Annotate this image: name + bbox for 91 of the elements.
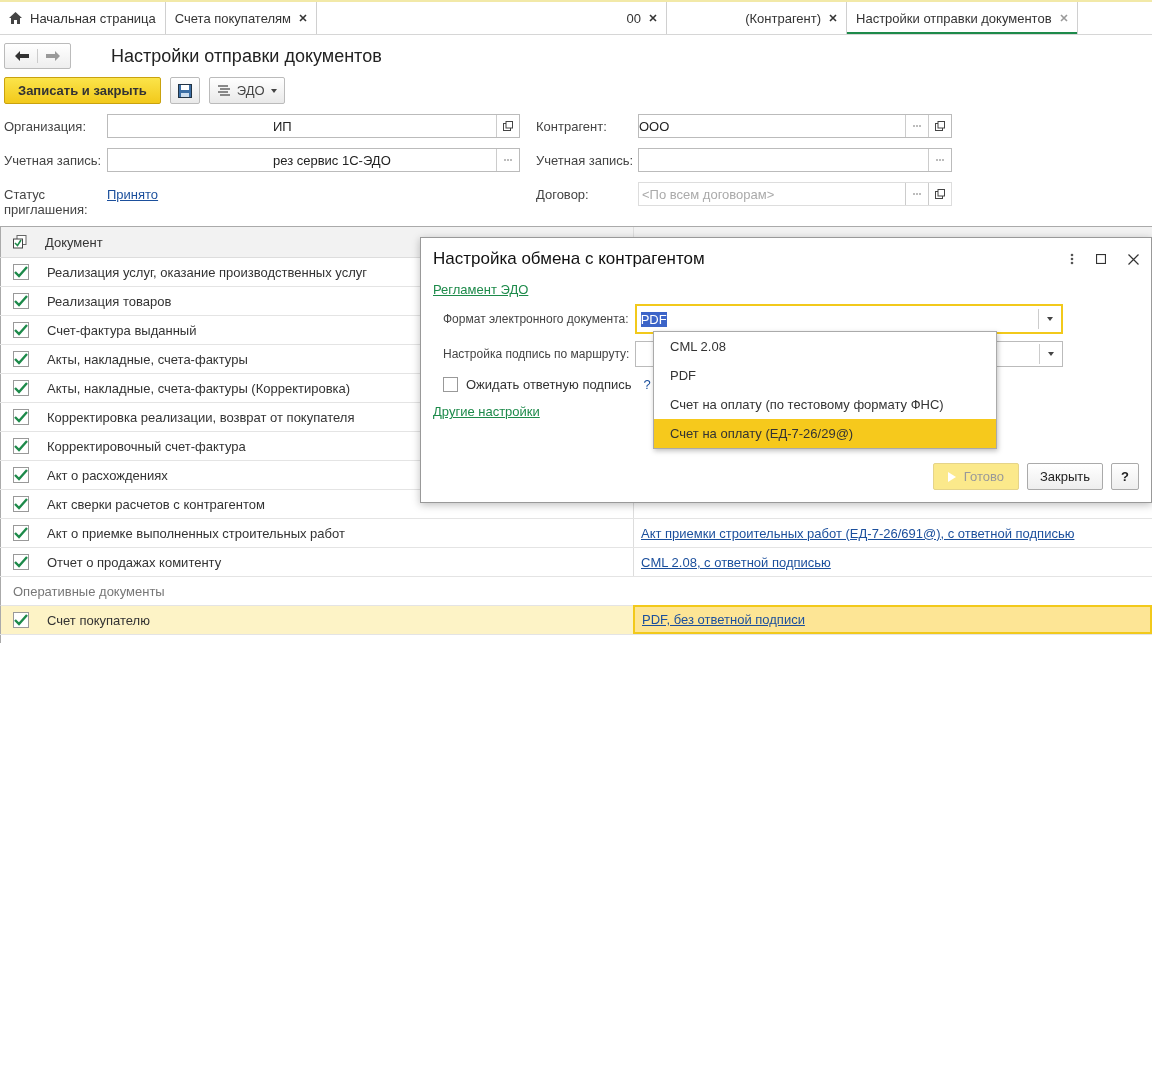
checkbox[interactable]	[13, 293, 29, 309]
status-link[interactable]: Принято	[107, 182, 159, 202]
checkbox[interactable]	[13, 467, 29, 483]
checkbox[interactable]	[13, 380, 29, 396]
dropdown-option[interactable]: Счет на оплату (ЕД-7-26/29@)	[654, 419, 996, 448]
regulation-link[interactable]: Регламент ЭДО	[433, 282, 529, 297]
caret-icon	[1048, 352, 1054, 356]
tab-label: (Контрагент)	[745, 10, 822, 26]
close-button[interactable]: Закрыть	[1026, 463, 1104, 490]
field-label: Контрагент:	[536, 118, 608, 134]
table-row[interactable]: Акт о приемке выполненных строительных работ Акт приемки строительных работ (ЕД-7-26/691@), с ответной подписью	[0, 519, 1152, 548]
table-cell: Акт сверки расчетов с контрагентом	[47, 496, 265, 512]
caret-icon	[270, 88, 277, 93]
save-button[interactable]	[169, 77, 200, 104]
table-cell: Счет-фактура выданный	[47, 322, 197, 338]
close-icon[interactable]	[1128, 253, 1139, 265]
input-field[interactable]: ООО	[638, 114, 952, 138]
back-icon[interactable]	[15, 51, 29, 61]
checkbox[interactable]	[13, 438, 29, 454]
table-cell: Реализация товаров	[47, 293, 172, 309]
open-window-icon	[503, 121, 513, 131]
regulation-link[interactable]: CML 2.08, с ответной подписью	[641, 554, 831, 570]
field-label: Формат электронного документа:	[443, 312, 629, 326]
table-cell: Отчет о продажах комитенту	[47, 554, 222, 570]
field-label: Учетная запись:	[4, 152, 103, 168]
table-cell: Акты, накладные, счета-фактуры	[47, 351, 248, 367]
help-link[interactable]: ?	[643, 377, 651, 392]
forward-icon[interactable]	[46, 51, 60, 61]
form-title: Настройки отправки документов	[111, 45, 382, 67]
open-window-icon	[935, 189, 945, 199]
checkbox[interactable]	[13, 322, 29, 338]
navigation-buttons[interactable]	[4, 43, 71, 69]
table-cell: Счет покупателю	[47, 612, 150, 628]
input-field[interactable]: ИП	[107, 114, 520, 138]
regulation-link[interactable]: PDF, без ответной подписи	[642, 612, 805, 627]
checkbox[interactable]	[13, 351, 29, 367]
input-field[interactable]	[638, 148, 952, 172]
tab[interactable]: 00	[317, 2, 668, 34]
tab[interactable]: Начальная страница	[0, 2, 166, 34]
dropdown-option[interactable]: CML 2.08	[654, 332, 996, 361]
column-header[interactable]: Документ	[45, 234, 103, 250]
other-settings-link[interactable]: Другие настройки	[433, 404, 540, 419]
field-label: Организация:	[4, 118, 88, 134]
maximize-icon[interactable]	[1096, 254, 1106, 264]
floppy-icon	[177, 83, 192, 98]
field-label: Договор:	[536, 186, 590, 202]
table-cell: Акт о расхождениях	[47, 467, 168, 483]
play-icon	[947, 471, 956, 482]
more-icon[interactable]	[1070, 253, 1074, 265]
checkbox-label[interactable]: Ожидать ответную подпись	[466, 377, 632, 392]
checkbox[interactable]	[13, 525, 29, 541]
field-label: Настройка подпись по маршруту:	[443, 347, 630, 361]
table-cell: Корректировка реализации, возврат от покупателя	[47, 409, 355, 425]
tab-label: 00	[626, 10, 642, 26]
table-row[interactable]: Отчет о продажах комитенту CML 2.08, с ответной подписью	[0, 548, 1152, 577]
caret-icon	[1047, 317, 1053, 321]
table-cell: Акт о приемке выполненных строительных работ	[47, 525, 345, 541]
tab-label: Счета покупателям	[174, 10, 292, 26]
table-row[interactable]: Счет покупателю PDF, без ответной подписи	[0, 606, 1152, 635]
close-icon[interactable]	[649, 14, 658, 22]
close-icon[interactable]	[829, 14, 838, 22]
input-field[interactable]: рез сервис 1С-ЭДО	[107, 148, 520, 172]
edo-menu-button[interactable]: ЭДО	[208, 77, 285, 104]
dropdown-option[interactable]: Счет на оплату (по тестовому формату ФНС)	[654, 390, 996, 419]
tab-label: Настройки отправки документов	[856, 10, 1052, 26]
home-icon	[9, 12, 22, 24]
checkbox[interactable]	[13, 612, 29, 628]
save-close-button[interactable]: Записать и закрыть	[4, 77, 161, 104]
dialog-title: Настройка обмена с контрагентом	[433, 249, 706, 269]
checkbox[interactable]	[13, 264, 29, 280]
dropdown-option[interactable]: PDF	[654, 361, 996, 390]
field-label: Учетная запись:	[536, 152, 635, 168]
open-window-icon	[935, 121, 945, 131]
table-cell: Реализация услуг, оказание производственных услуг	[47, 264, 367, 280]
table-cell: Акты, накладные, счета-фактуры (Корректировка)	[47, 380, 351, 396]
group-header: Оперативные документы	[13, 583, 165, 599]
checkbox[interactable]	[443, 377, 458, 392]
checkbox[interactable]	[13, 409, 29, 425]
field-label: Статус приглашения:	[4, 186, 89, 217]
tab[interactable]: Счета покупателям	[165, 2, 318, 34]
checkbox[interactable]	[13, 496, 29, 512]
checkbox[interactable]	[13, 554, 29, 570]
tab-label: Начальная страница	[30, 10, 156, 26]
table-cell: Корректировочный счет-фактура	[47, 438, 246, 454]
close-icon[interactable]	[299, 14, 308, 22]
help-button[interactable]: ?	[1111, 463, 1139, 490]
tab[interactable]: (Контрагент)	[667, 2, 848, 34]
list-icon	[216, 84, 231, 97]
check-all-icon[interactable]	[13, 235, 27, 249]
regulation-link[interactable]: Акт приемки строительных работ (ЕД-7-26/691@), с ответной подписью	[641, 525, 1075, 541]
tab[interactable]: Настройки отправки документов	[847, 2, 1078, 34]
